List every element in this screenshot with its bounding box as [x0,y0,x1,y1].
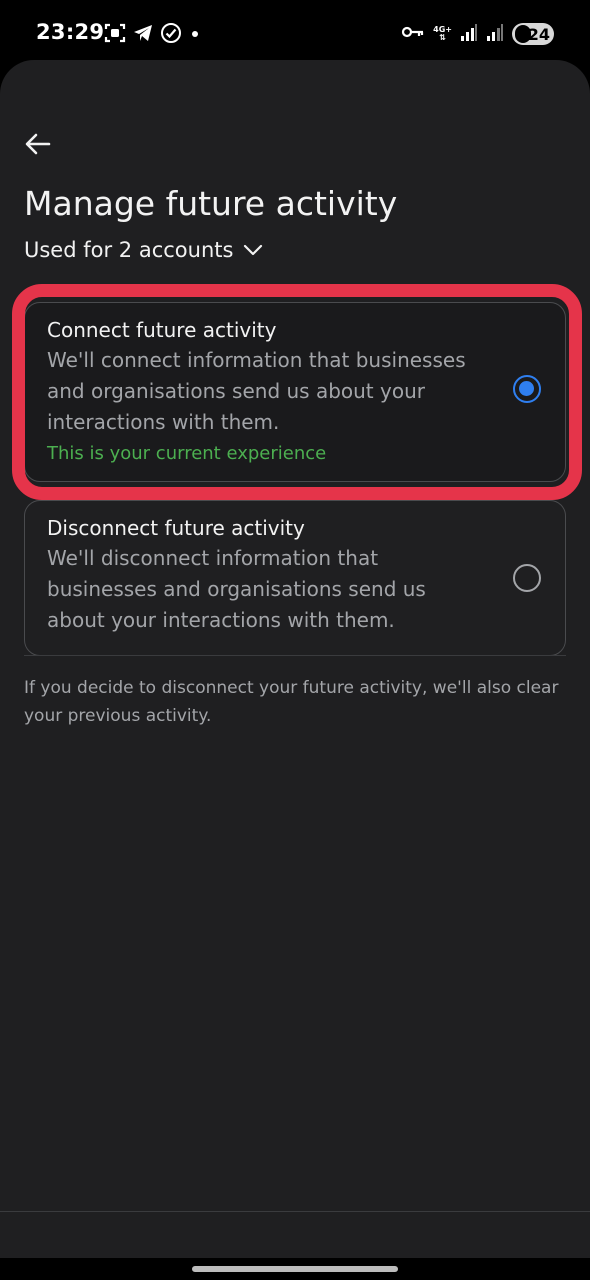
option-title: Connect future activity [47,318,277,342]
option-disconnect-future-activity[interactable]: Disconnect future activity We'll disconn… [24,500,566,656]
bottom-divider [0,1211,590,1212]
current-experience-label: This is your current experience [47,443,327,464]
signal-icon [460,22,478,46]
battery-level: 24 [527,24,550,44]
option-text: Connect future activity We'll connect in… [47,317,477,468]
data-arrows-icon: ⇅ [439,33,446,42]
charging-icon [515,25,531,43]
home-indicator[interactable] [192,1266,398,1272]
footnote: If you decide to disconnect your future … [24,678,559,726]
option-title: Disconnect future activity [47,516,305,540]
screenshot-icon [104,22,126,48]
option-description: We'll connect information that businesse… [47,348,466,434]
signal-icon-2 [486,22,504,46]
option-connect-future-activity[interactable]: Connect future activity We'll connect in… [24,302,566,482]
radio-button-selected[interactable] [513,375,541,403]
chevron-down-icon [244,244,263,256]
vpn-key-icon [401,21,425,47]
status-time: 23:29 [36,20,105,44]
page-title: Manage future activity [24,184,398,223]
option-text: Disconnect future activity We'll disconn… [47,515,477,636]
divider [24,655,566,656]
status-right-icons: 4G+ ⇅ 24 [401,21,554,47]
accounts-selector[interactable]: Used for 2 accounts [24,238,263,262]
status-bar: 23:29 4G+ ⇅ 24 [0,0,590,64]
option-description: We'll disconnect information that busine… [47,546,426,632]
radio-button-unselected[interactable] [513,564,541,592]
accounts-selector-label: Used for 2 accounts [24,238,234,262]
back-button[interactable] [20,126,56,162]
arrow-left-icon [25,133,51,155]
status-left-icons [104,22,202,48]
network-type: 4G+ ⇅ [433,26,452,42]
check-circle-icon [160,22,182,48]
battery-icon: 24 [512,23,554,45]
telegram-icon [132,22,154,48]
dot-icon [188,22,202,48]
